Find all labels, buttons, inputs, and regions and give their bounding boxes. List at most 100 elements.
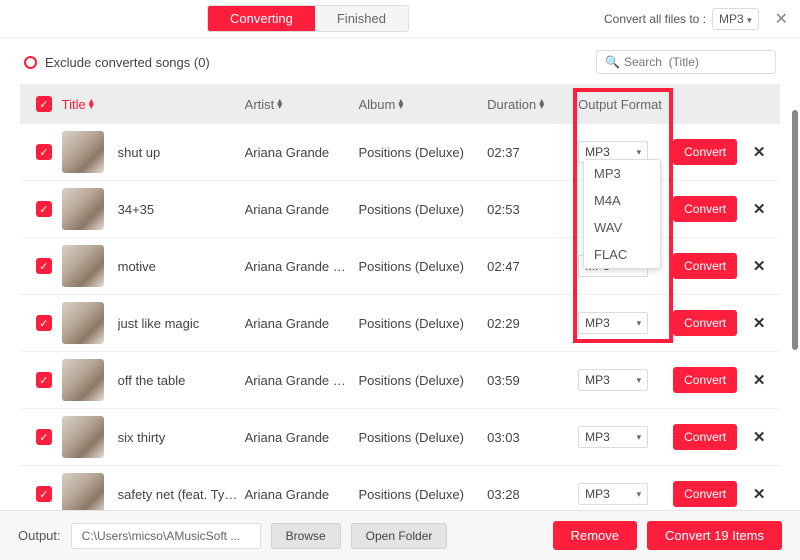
track-artist: Ariana Grande — [245, 316, 359, 331]
output-path-field[interactable]: C:\Users\micso\AMusicSoft ... — [71, 523, 261, 549]
convert-all-button[interactable]: Convert 19 Items — [647, 521, 782, 550]
remove-row-icon[interactable]: ✕ — [753, 372, 766, 389]
track-artist: Ariana Grande — [245, 202, 359, 217]
row-checkbox[interactable]: ✓ — [36, 486, 52, 502]
row-format-value: MP3 — [585, 373, 610, 387]
convert-all-format-select[interactable]: MP3 ▾ — [712, 8, 759, 30]
table-row: ✓shut upAriana GrandePositions (Deluxe)0… — [20, 124, 780, 181]
row-format-value: MP3 — [585, 430, 610, 444]
caret-down-icon: ▾ — [637, 375, 642, 386]
tab-converting[interactable]: Converting — [208, 6, 315, 31]
remove-row-icon[interactable]: ✕ — [753, 315, 766, 332]
filter-bar: Exclude converted songs (0) 🔍 — [0, 38, 800, 84]
remove-row-icon[interactable]: ✕ — [753, 144, 766, 161]
track-artist: Ariana Grande — [245, 487, 359, 502]
track-album: Positions (Deluxe) — [358, 316, 487, 331]
convert-button[interactable]: Convert — [673, 196, 737, 222]
bottom-bar: Output: C:\Users\micso\AMusicSoft ... Br… — [0, 510, 800, 560]
search-input[interactable] — [624, 55, 767, 69]
format-option[interactable]: MP3 — [584, 160, 660, 187]
row-checkbox[interactable]: ✓ — [36, 429, 52, 445]
remove-row-icon[interactable]: ✕ — [753, 429, 766, 446]
remove-row-icon[interactable]: ✕ — [753, 486, 766, 503]
search-icon: 🔍 — [605, 55, 620, 69]
sort-icon: ▴▾ — [398, 99, 403, 109]
caret-down-icon: ▾ — [637, 318, 642, 329]
header-artist[interactable]: Artist▴▾ — [245, 97, 359, 112]
track-artist: Ariana Grande & ... — [245, 259, 359, 274]
format-option[interactable]: FLAC — [584, 241, 660, 268]
track-duration: 02:47 — [487, 259, 578, 274]
track-title: six thirty — [118, 430, 238, 445]
table-row: ✓ off the table Ariana Grande & ...Positio… — [20, 352, 780, 409]
remove-button[interactable]: Remove — [553, 521, 637, 550]
album-art — [62, 131, 104, 173]
remove-row-icon[interactable]: ✕ — [753, 258, 766, 275]
row-format-select[interactable]: MP3▾ — [578, 483, 648, 505]
select-all-checkbox[interactable]: ✓ — [36, 96, 52, 112]
track-artist: Ariana Grande — [245, 145, 359, 160]
exclude-label: Exclude converted songs (0) — [45, 55, 210, 70]
album-art — [62, 245, 104, 287]
format-option[interactable]: WAV — [584, 214, 660, 241]
album-art — [62, 188, 104, 230]
row-checkbox[interactable]: ✓ — [36, 258, 52, 274]
row-format-value: MP3 — [585, 145, 610, 159]
table-row: ✓just like magicAriana GrandePositions (… — [20, 295, 780, 352]
row-checkbox[interactable]: ✓ — [36, 201, 52, 217]
search-box[interactable]: 🔍 — [596, 50, 776, 74]
table-body: ✓shut upAriana GrandePositions (Deluxe)0… — [20, 124, 780, 523]
caret-down-icon: ▾ — [637, 489, 642, 500]
track-artist: Ariana Grande & ... — [245, 373, 359, 388]
sort-icon: ▴▾ — [277, 99, 282, 109]
track-duration: 02:53 — [487, 202, 578, 217]
convert-button[interactable]: Convert — [673, 310, 737, 336]
track-title: motive — [118, 259, 238, 274]
convert-button[interactable]: Convert — [673, 481, 737, 507]
row-format-value: MP3 — [585, 316, 610, 330]
remove-row-icon[interactable]: ✕ — [753, 201, 766, 218]
table-row: ✓motiveAriana Grande & ...Positions (Del… — [20, 238, 780, 295]
album-art — [62, 416, 104, 458]
scrollbar[interactable] — [792, 110, 798, 350]
convert-button[interactable]: Convert — [673, 424, 737, 450]
convert-all-format-value: MP3 — [719, 12, 744, 26]
album-art — [62, 473, 104, 515]
track-album: Positions (Deluxe) — [358, 487, 487, 502]
row-format-select[interactable]: MP3▾ — [578, 426, 648, 448]
track-title: shut up — [118, 145, 238, 160]
row-checkbox[interactable]: ✓ — [36, 372, 52, 388]
convert-all-control: Convert all files to : MP3 ▾ ✕ — [604, 8, 788, 30]
track-album: Positions (Deluxe) — [358, 202, 487, 217]
format-dropdown[interactable]: MP3M4AWAVFLAC — [583, 159, 661, 269]
close-icon[interactable]: ✕ — [775, 9, 788, 29]
table-row: ✓ 34+35 Ariana GrandePositions (Deluxe)02:… — [20, 181, 780, 238]
format-option[interactable]: M4A — [584, 187, 660, 214]
convert-button[interactable]: Convert — [673, 253, 737, 279]
row-checkbox[interactable]: ✓ — [36, 315, 52, 331]
track-title: off the table — [118, 373, 238, 388]
browse-button[interactable]: Browse — [271, 523, 341, 549]
row-format-select[interactable]: MP3 ▾ — [578, 369, 648, 391]
row-format-select[interactable]: MP3 ▾ — [578, 312, 648, 334]
output-label: Output: — [18, 528, 61, 543]
row-checkbox[interactable]: ✓ — [36, 144, 52, 160]
header-title[interactable]: Title▴▾ — [62, 97, 245, 112]
track-duration: 02:29 — [487, 316, 578, 331]
table-header: ✓ Title▴▾ Artist▴▾ Album▴▾ Duration▴▾ Ou… — [20, 84, 780, 124]
track-album: Positions (Deluxe) — [358, 145, 487, 160]
convert-button[interactable]: Convert — [673, 139, 737, 165]
table-row: ✓six thirtyAriana GrandePositions (Delux… — [20, 409, 780, 466]
track-album: Positions (Deluxe) — [358, 373, 487, 388]
header-output-format[interactable]: Output Format — [578, 97, 673, 112]
tab-finished[interactable]: Finished — [315, 6, 408, 31]
track-title: 34+35 — [118, 202, 238, 217]
exclude-radio[interactable] — [24, 56, 37, 69]
open-folder-button[interactable]: Open Folder — [351, 523, 448, 549]
convert-button[interactable]: Convert — [673, 367, 737, 393]
header-duration[interactable]: Duration▴▾ — [487, 97, 578, 112]
header-album[interactable]: Album▴▾ — [358, 97, 487, 112]
track-album: Positions (Deluxe) — [358, 430, 487, 445]
caret-down-icon: ▾ — [637, 147, 642, 158]
album-art — [62, 359, 104, 401]
